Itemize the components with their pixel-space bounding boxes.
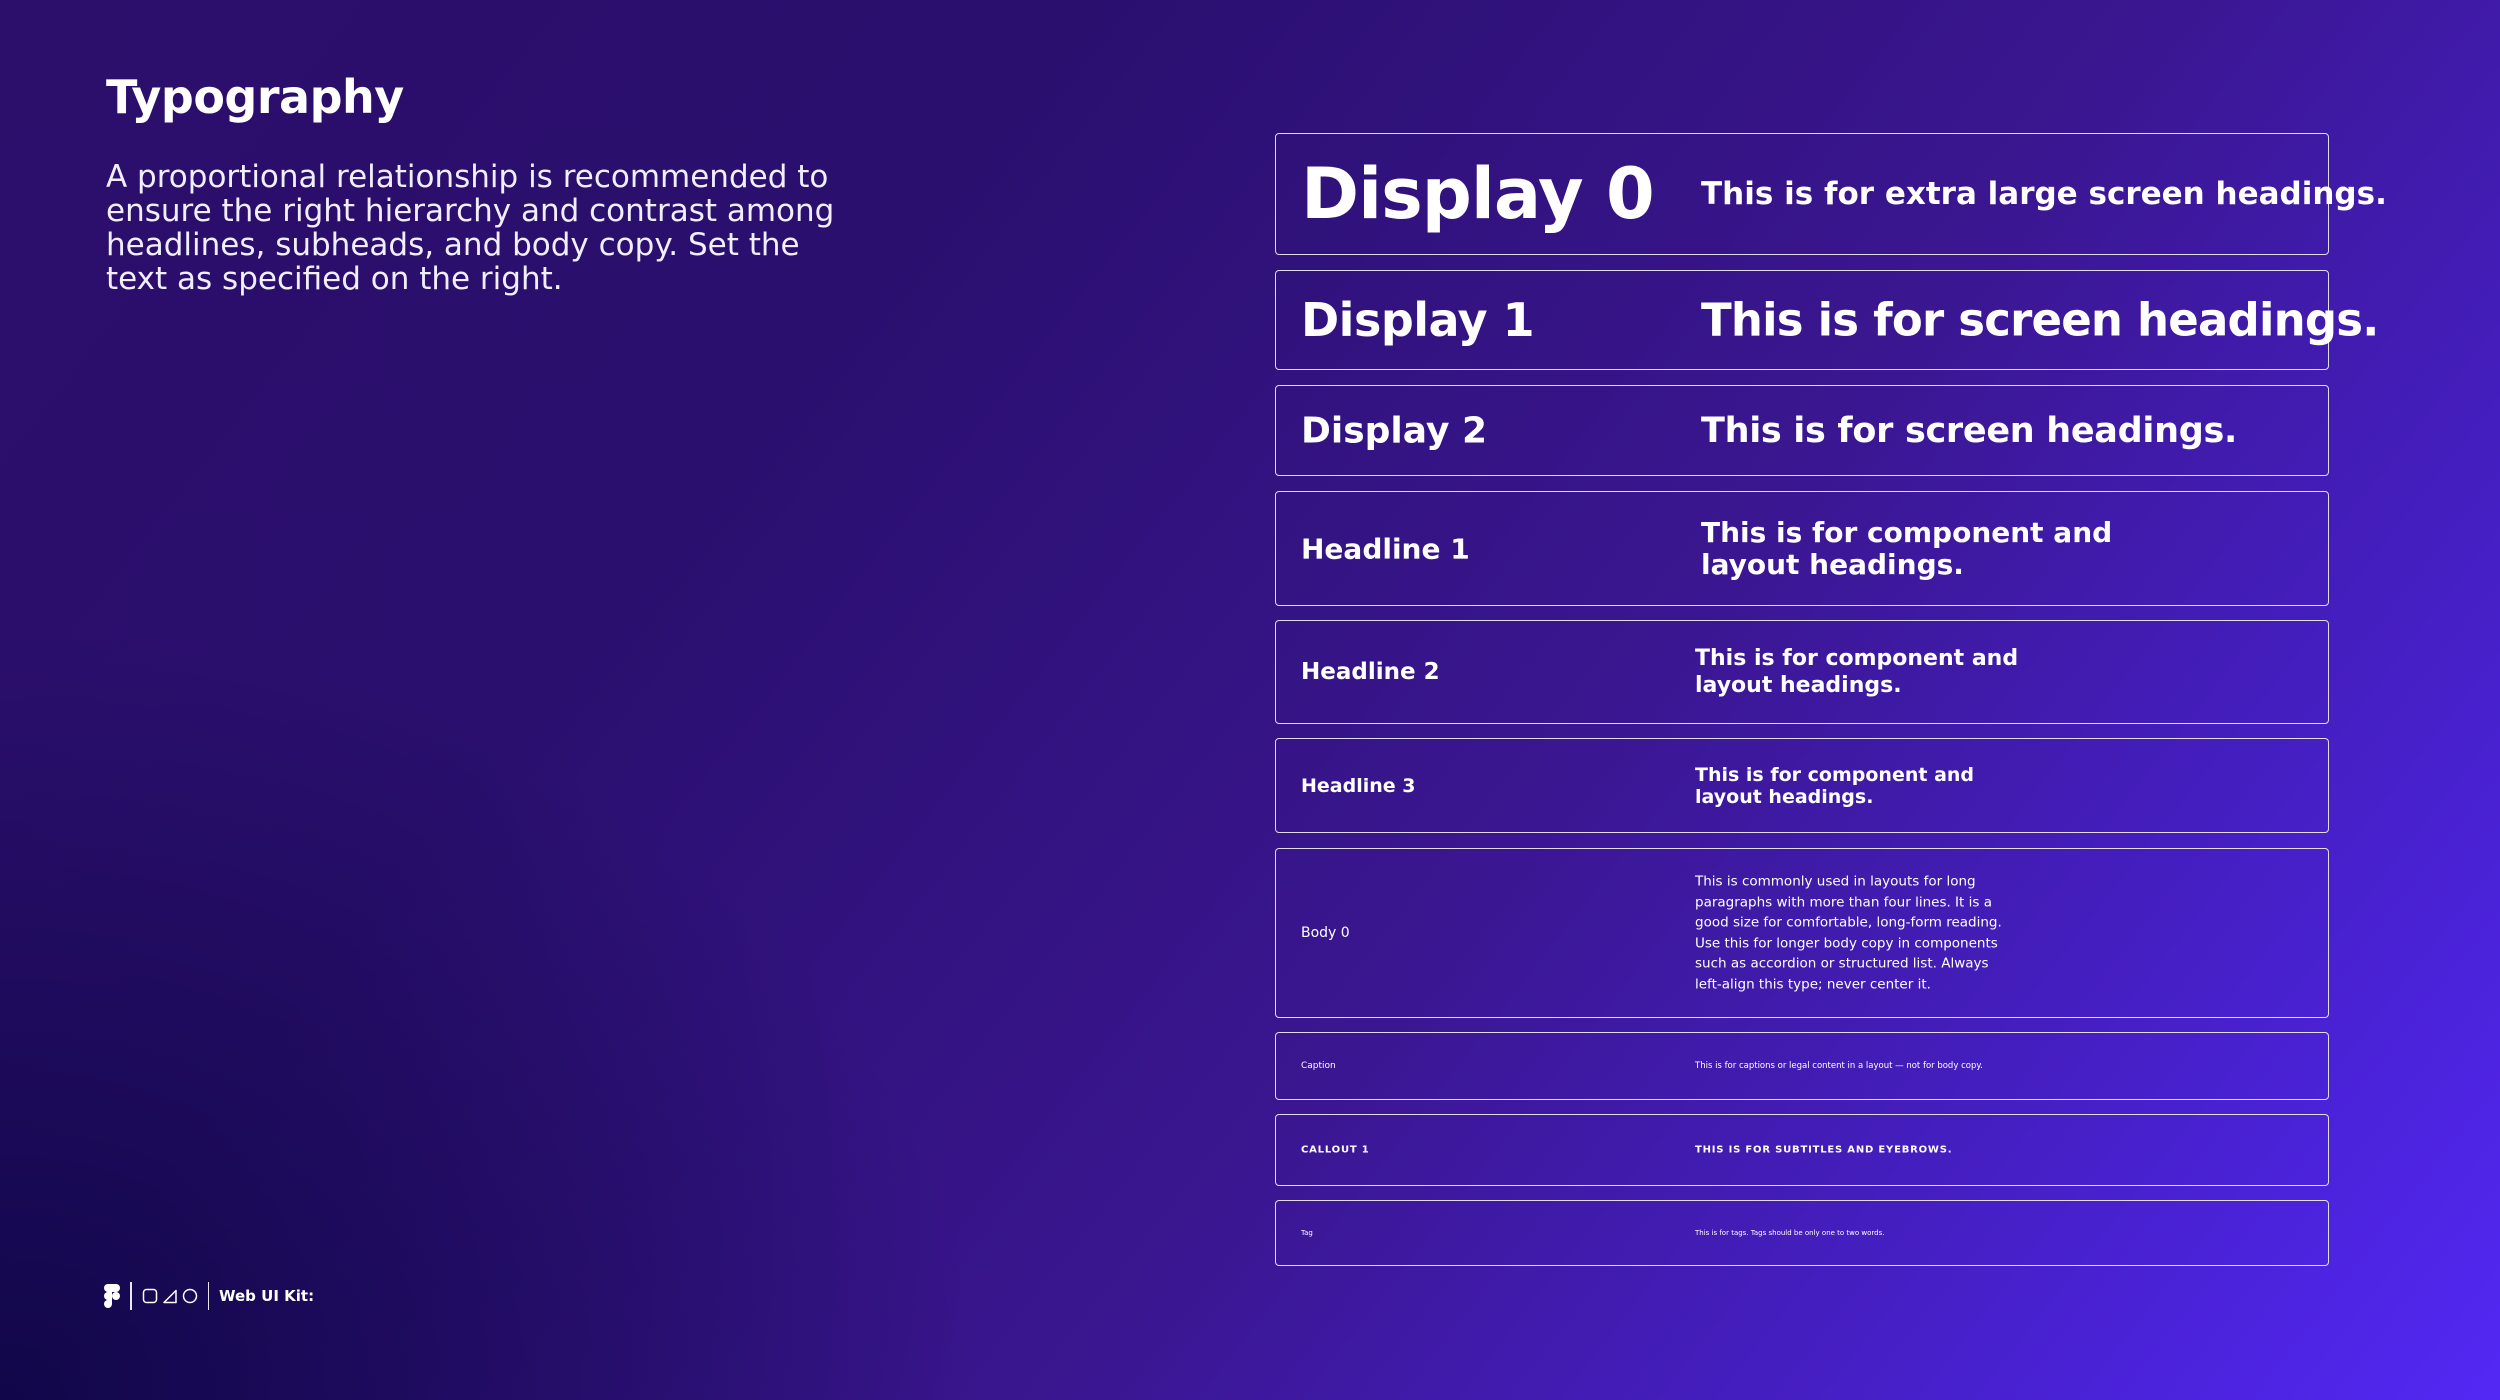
style-name: Display 0 [1301,153,1655,235]
style-description: This is for tags. Tags should be only on… [1695,1229,1885,1237]
style-description: This is for captions or legal content in… [1695,1061,1983,1071]
type-spec-row-body-0: Body 0 This is commonly used in layouts … [1275,848,2329,1018]
type-spec-row-display-2: Display 2 This is for screen headings. [1275,385,2329,476]
style-name: CALLOUT 1 [1301,1144,1370,1156]
type-spec-row-callout-1: CALLOUT 1 THIS IS FOR SUBTITLES AND EYEB… [1275,1114,2329,1186]
style-description: This is for component and layout heading… [1695,646,2019,698]
type-spec-row-headline-2: Headline 2 This is for component and lay… [1275,620,2329,724]
style-name: Headline 2 [1301,659,1440,685]
type-spec-row-display-0: Display 0 This is for extra large screen… [1275,133,2387,255]
triangle-icon [162,1289,177,1304]
style-name: Tag [1301,1229,1313,1237]
style-name: Body 0 [1301,925,1350,941]
style-description: THIS IS FOR SUBTITLES AND EYEBROWS. [1695,1144,1953,1156]
circle-icon [182,1288,197,1304]
figma-logo-icon [104,1284,120,1308]
type-spec-row-tag: Tag This is for tags. Tags should be onl… [1275,1200,2329,1266]
style-name: Headline 3 [1301,774,1416,797]
style-description: This is for screen headings. [1701,410,2237,451]
footer-divider [130,1282,132,1310]
page-title: Typography [106,70,404,124]
shapes-group [142,1288,198,1304]
style-description: This is for extra large screen headings. [1701,176,2387,212]
type-spec-row-headline-3: Headline 3 This is for component and lay… [1275,738,2329,833]
footer: Web UI Kit: [104,1282,314,1310]
footer-label: Web UI Kit: [219,1287,315,1305]
intro-paragraph: A proportional relationship is recommend… [106,159,835,297]
style-description: This is for screen headings. [1701,293,2379,347]
style-description: This is commonly used in layouts for lon… [1695,873,2002,993]
style-name: Display 2 [1301,410,1487,451]
style-name: Caption [1301,1061,1336,1071]
footer-divider [207,1282,209,1310]
square-icon [142,1288,157,1304]
style-description: This is for component and layout heading… [1695,763,1975,808]
type-spec-row-display-1: Display 1 This is for screen headings. [1275,270,2379,370]
style-name: Display 1 [1301,293,1535,347]
type-spec-row-headline-1: Headline 1 This is for component and lay… [1275,491,2329,606]
type-spec-row-caption: Caption This is for captions or legal co… [1275,1032,2329,1100]
style-description: This is for component and layout heading… [1701,515,2113,581]
style-name: Headline 1 [1301,532,1470,565]
